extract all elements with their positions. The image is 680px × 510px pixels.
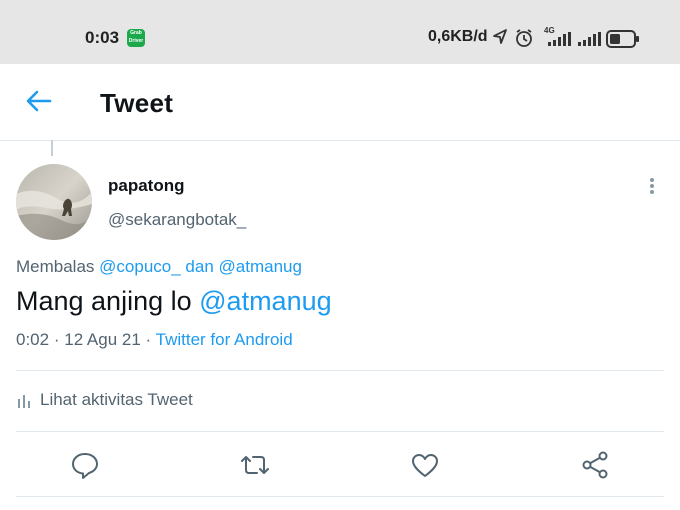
author-name[interactable]: papatong xyxy=(108,176,185,196)
reply-button[interactable] xyxy=(70,450,100,480)
avatar[interactable] xyxy=(16,164,92,240)
reply-context: Membalas @copuco_ dan @atmanug xyxy=(16,257,302,277)
more-options-button[interactable] xyxy=(640,174,664,198)
arrow-left-icon xyxy=(26,90,52,112)
page-title: Tweet xyxy=(100,88,174,118)
network-speed: 0,6KB/d xyxy=(428,28,488,45)
more-dot xyxy=(650,178,654,182)
like-button[interactable] xyxy=(410,450,440,480)
reply-prefix: Membalas xyxy=(16,257,95,276)
grab-app-label: Grab Driver xyxy=(128,30,144,44)
signal-icon xyxy=(578,32,601,46)
thread-connector-line xyxy=(51,140,53,156)
reply-icon xyxy=(72,453,98,479)
meta-separator: · xyxy=(53,330,60,349)
meta-separator: · xyxy=(145,330,152,349)
tweet-source-link[interactable]: Twitter for Android xyxy=(156,330,293,349)
tweet-time: 0:02 xyxy=(16,330,50,349)
status-time: 0:03 xyxy=(85,28,120,47)
divider xyxy=(16,431,664,432)
location-arrow-icon xyxy=(493,29,507,44)
signal-4g-icon: 4G xyxy=(544,26,574,48)
tweet-date: 12 Agu 21 xyxy=(64,330,141,349)
share-button[interactable] xyxy=(580,450,610,480)
tweet-text: Mang anjing lo @atmanug xyxy=(16,286,332,317)
bar-chart-icon xyxy=(18,394,30,408)
retweet-button[interactable] xyxy=(240,450,270,480)
divider xyxy=(16,496,664,497)
top-app-bar: Tweet xyxy=(0,64,680,141)
reply-conjunction: dan xyxy=(185,257,214,276)
view-tweet-activity[interactable]: Lihat aktivitas Tweet xyxy=(16,390,193,410)
retweet-icon xyxy=(241,456,269,474)
activity-label: Lihat aktivitas Tweet xyxy=(40,390,193,409)
grab-app-icon: Grab Driver xyxy=(127,29,145,47)
more-dot xyxy=(650,190,654,194)
back-button[interactable] xyxy=(22,84,56,118)
battery-icon xyxy=(606,30,639,48)
avatar-image xyxy=(16,164,92,240)
tweet-meta: 0:02 · 12 Agu 21 · Twitter for Android xyxy=(16,330,293,350)
more-dot xyxy=(650,184,654,188)
author-handle[interactable]: @sekarangbotak_ xyxy=(108,210,246,230)
tweet-body: Mang anjing lo xyxy=(16,286,192,316)
like-icon xyxy=(412,454,438,477)
divider xyxy=(16,370,664,371)
mention-link-copuco[interactable]: @copuco_ xyxy=(99,257,181,276)
status-bar: 0:03 Grab Driver 0,6KB/d 4G xyxy=(0,0,680,64)
tweet-mention-link[interactable]: @atmanug xyxy=(199,286,331,316)
share-icon xyxy=(582,451,608,479)
alarm-icon xyxy=(516,29,532,47)
mention-link-atmanug[interactable]: @atmanug xyxy=(219,257,302,276)
